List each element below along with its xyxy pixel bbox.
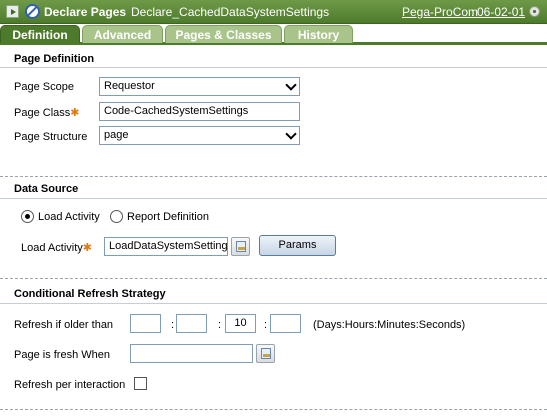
page-fresh-when-input[interactable] bbox=[130, 344, 253, 363]
minutes-input[interactable]: 10 bbox=[225, 314, 256, 333]
tab-history[interactable]: History bbox=[284, 25, 353, 43]
page-class-input[interactable]: Code-CachedSystemSettings bbox=[99, 102, 300, 121]
rule-type: Declare Pages bbox=[44, 5, 127, 19]
seconds-input[interactable] bbox=[270, 314, 301, 333]
page-class-value: Code-CachedSystemSettings bbox=[104, 105, 249, 117]
tab-strip: Definition Advanced Pages & Classes Hist… bbox=[0, 24, 547, 45]
page-scope-value: Requestor bbox=[104, 80, 155, 92]
page-class-label: Page Class✱ bbox=[14, 106, 79, 119]
rule-name: Declare_CachedDataSystemSettings bbox=[131, 5, 330, 19]
load-activity-label-text: Load Activity bbox=[21, 242, 83, 254]
data-source-title: Data Source bbox=[14, 183, 79, 195]
section-divider bbox=[0, 176, 547, 177]
page-definition-title: Page Definition bbox=[14, 53, 95, 65]
units-hint: (Days:Hours:Minutes:Seconds) bbox=[313, 319, 466, 331]
version-link[interactable]: 06-02-01 bbox=[477, 5, 525, 19]
lookup-icon[interactable] bbox=[256, 344, 275, 363]
tab-advanced[interactable]: Advanced bbox=[82, 25, 163, 43]
tab-pages-and-classes[interactable]: Pages & Classes bbox=[165, 25, 282, 43]
required-star-icon: ✱ bbox=[82, 242, 92, 254]
section-divider bbox=[0, 278, 547, 279]
refresh-per-interaction-label: Refresh per interaction bbox=[14, 379, 126, 391]
chevron-down-icon bbox=[285, 79, 297, 91]
refresh-strategy-title: Conditional Refresh Strategy bbox=[14, 288, 166, 300]
run-icon[interactable] bbox=[6, 5, 19, 18]
ruleset-link[interactable]: Pega-ProCom bbox=[402, 5, 478, 19]
chevron-down-icon bbox=[285, 128, 297, 140]
load-activity-input[interactable]: LoadDataSystemSettings bbox=[104, 237, 228, 256]
page-class-label-text: Page Class bbox=[14, 107, 71, 119]
page-fresh-when-label: Page is fresh When bbox=[14, 349, 110, 361]
required-star-icon: ✱ bbox=[70, 107, 80, 119]
refresh-per-interaction-checkbox[interactable] bbox=[134, 377, 147, 390]
report-definition-option-label: Report Definition bbox=[127, 211, 209, 223]
page-scope-select[interactable]: Requestor bbox=[99, 77, 300, 96]
status-icon[interactable] bbox=[529, 6, 540, 17]
section-divider bbox=[0, 67, 547, 68]
minutes-value: 10 bbox=[234, 317, 247, 329]
params-button[interactable]: Params bbox=[259, 235, 336, 256]
load-activity-option-label: Load Activity bbox=[38, 211, 100, 223]
report-definition-radio[interactable] bbox=[110, 210, 123, 223]
hours-input[interactable] bbox=[176, 314, 207, 333]
time-separator: : bbox=[171, 319, 175, 331]
page-structure-label: Page Structure bbox=[14, 131, 88, 143]
load-activity-value: LoadDataSystemSettings bbox=[109, 240, 228, 252]
time-separator: : bbox=[264, 319, 268, 331]
time-separator: : bbox=[218, 319, 222, 331]
days-input[interactable] bbox=[130, 314, 161, 333]
section-divider bbox=[0, 303, 547, 304]
title-bar: Declare Pages Declare_CachedDataSystemSe… bbox=[0, 0, 547, 24]
no-entry-icon bbox=[25, 4, 40, 19]
section-divider bbox=[0, 198, 547, 199]
page-scope-label: Page Scope bbox=[14, 81, 74, 93]
lookup-icon[interactable] bbox=[231, 237, 250, 256]
page-structure-value: page bbox=[104, 129, 129, 141]
load-activity-label: Load Activity✱ bbox=[21, 241, 92, 254]
refresh-older-than-label: Refresh if older than bbox=[14, 319, 114, 331]
page-structure-select[interactable]: page bbox=[99, 126, 300, 145]
load-activity-radio[interactable] bbox=[21, 210, 34, 223]
section-divider bbox=[0, 409, 547, 410]
tab-definition[interactable]: Definition bbox=[0, 25, 80, 43]
ruleset-separator: : bbox=[471, 5, 475, 19]
